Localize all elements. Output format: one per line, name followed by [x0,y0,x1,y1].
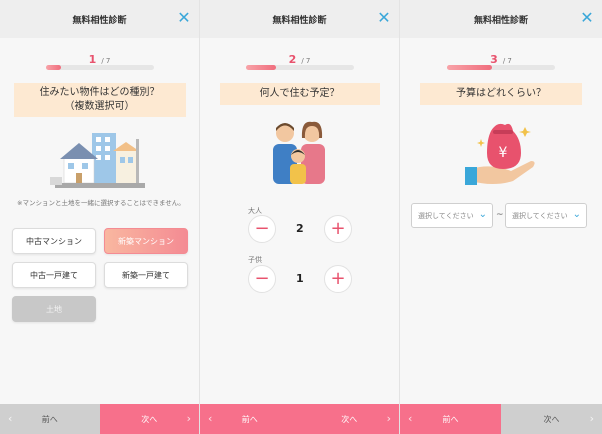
children-plus-button[interactable]: + [324,265,352,293]
houses-illustration [49,133,145,188]
step-indicator: 3 / 7 [400,48,602,66]
range-separator: ~ [496,210,504,220]
prev-button[interactable]: ‹ 前へ [0,404,100,434]
progress-bar [45,65,154,70]
header: 無料相性診断 ✕ [200,0,399,38]
next-label: 次へ [341,414,358,424]
chevron-down-icon: ⌄ [572,209,581,220]
question-text: 何人で住む予定？ [259,88,340,99]
chevron-left-icon: ‹ [408,412,413,425]
next-button[interactable]: 次へ › [501,404,602,434]
question-text: 予算はどれくらい？ [456,88,546,99]
children-minus-button[interactable]: − [248,265,276,293]
option-used-house[interactable]: 中古一戸建て [12,262,96,288]
chevron-left-icon: ‹ [208,412,213,425]
step-indicator: 2 / 7 [200,48,399,66]
adults-count: 2 [296,222,304,235]
close-icon[interactable]: ✕ [377,10,391,26]
header-title: 無料相性診断 [72,15,127,26]
family-illustration [272,121,325,184]
chevron-right-icon: › [386,412,391,425]
footer-nav: ‹ 前へ 次へ › [200,404,399,434]
step-indicator: 1 / 7 [0,48,199,66]
option-used-condo[interactable]: 中古マンション [12,228,96,254]
next-button[interactable]: 次へ › [299,404,399,434]
chevron-left-icon: ‹ [8,412,13,425]
question-box: 何人で住む予定？ [219,83,380,105]
question-line-1: 住みたい物件はどの種別？ [39,87,160,98]
budget-max-select[interactable]: 選択してください ⌄ [505,203,587,228]
prev-label: 前へ [241,414,258,424]
header-title: 無料相性診断 [272,15,327,26]
option-land[interactable]: 土地 [12,296,96,322]
screen-household: 無料相性診断 ✕ 2 / 7 何人で住む予定？ 大人 − 2 + 子供 − 1 … [200,0,400,434]
step-total: / 7 [301,57,311,65]
screen-property-type: 無料相性診断 ✕ 1 / 7 住みたい物件はどの種別？ （複数選択可） ※マンシ… [0,0,200,434]
progress-bar [245,65,354,70]
close-icon[interactable]: ✕ [177,10,191,26]
selection-note: ※マンションと土地を一緒に選択することはできません。 [17,199,185,207]
header-title: 無料相性診断 [473,15,528,26]
prev-label: 前へ [41,414,58,424]
next-button[interactable]: 次へ › [99,404,199,434]
footer-nav: ‹ 前へ 次へ › [400,404,602,434]
svg-text:¥: ¥ [499,145,508,161]
children-count: 1 [296,272,304,285]
progress-bar [447,65,555,70]
prev-button[interactable]: ‹ 前へ [400,404,501,434]
step-total: / 7 [502,57,512,65]
budget-min-placeholder: 選択してください [418,211,474,220]
prev-label: 前へ [442,414,459,424]
children-label: 子供 [248,256,262,264]
question-box: 予算はどれくらい？ [420,83,582,105]
adults-plus-button[interactable]: + [324,215,352,243]
budget-min-select[interactable]: 選択してください ⌄ [411,203,493,228]
progress-fill [45,65,61,70]
screen-budget: 無料相性診断 ✕ 3 / 7 予算はどれくらい？ ¥ 選択してください ⌄ ~ [400,0,602,434]
money-bag-illustration: ¥ [465,123,535,185]
chevron-right-icon: › [186,412,191,425]
adults-minus-button[interactable]: − [248,215,276,243]
chevron-right-icon: › [589,412,594,425]
question-line-2: （複数選択可） [64,101,135,112]
question-box: 住みたい物件はどの種別？ （複数選択可） [13,83,186,117]
chevron-down-icon: ⌄ [478,209,487,220]
step-total: / 7 [101,57,111,65]
option-new-house[interactable]: 新築一戸建て [104,262,188,288]
prev-button[interactable]: ‹ 前へ [200,404,300,434]
progress-fill [245,65,276,70]
option-new-condo[interactable]: 新築マンション [104,228,188,254]
next-label: 次へ [141,414,158,424]
header: 無料相性診断 ✕ [400,0,602,38]
footer-nav: ‹ 前へ 次へ › [0,404,199,434]
progress-fill [447,65,493,70]
close-icon[interactable]: ✕ [580,10,594,26]
budget-max-placeholder: 選択してください [512,211,568,220]
header: 無料相性診断 ✕ [0,0,199,38]
next-label: 次へ [543,414,560,424]
